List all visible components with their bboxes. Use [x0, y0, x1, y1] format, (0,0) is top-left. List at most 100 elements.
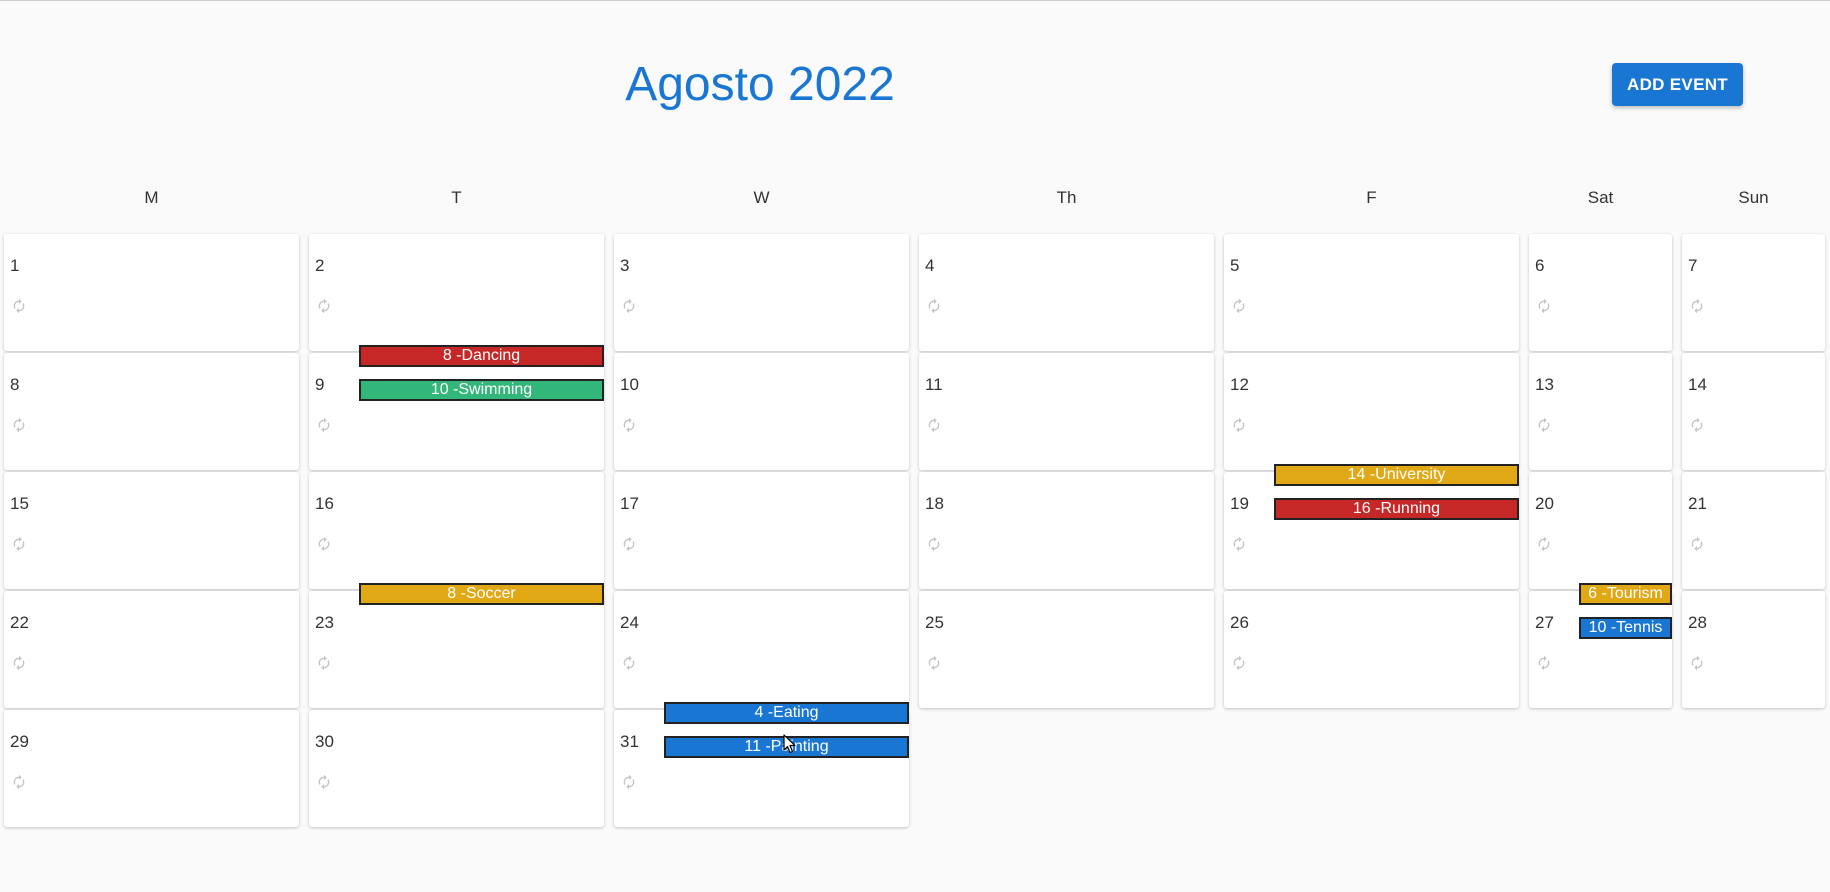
repeat-icon[interactable]	[926, 298, 942, 314]
weekday-label: F	[1366, 188, 1377, 207]
day-cell[interactable]: 20	[1529, 472, 1672, 589]
repeat-icon[interactable]	[11, 417, 27, 433]
page-title: Agosto 2022	[625, 58, 895, 111]
repeat-icon[interactable]	[1231, 298, 1247, 314]
day-cell[interactable]: 9	[309, 353, 604, 470]
repeat-icon[interactable]	[11, 298, 27, 314]
add-event-button[interactable]: ADD EVENT	[1612, 63, 1743, 106]
repeat-icon[interactable]	[316, 536, 332, 552]
day-cell[interactable]: 27	[1529, 591, 1672, 708]
event-chip[interactable]: 10 -Swimming	[359, 379, 604, 401]
repeat-icon[interactable]	[621, 417, 637, 433]
day-cell[interactable]: 25	[919, 591, 1214, 708]
repeat-icon[interactable]	[1231, 417, 1247, 433]
weekday-label: W	[753, 188, 770, 207]
repeat-icon[interactable]	[316, 774, 332, 790]
repeat-icon[interactable]	[1536, 417, 1552, 433]
day-cell[interactable]: 11	[919, 353, 1214, 470]
repeat-icon[interactable]	[316, 655, 332, 671]
day-number: 20	[1535, 494, 1554, 513]
repeat-icon[interactable]	[1536, 536, 1552, 552]
day-number: 7	[1688, 256, 1698, 275]
day-cell[interactable]: 4	[919, 234, 1214, 351]
day-cell[interactable]: 17	[614, 472, 909, 589]
day-number: 29	[10, 732, 29, 751]
day-cell[interactable]: 1	[4, 234, 299, 351]
day-cell[interactable]: 8	[4, 353, 299, 470]
repeat-icon[interactable]	[11, 536, 27, 552]
repeat-icon[interactable]	[926, 536, 942, 552]
day-number: 2	[315, 256, 325, 275]
day-number: 30	[315, 732, 334, 751]
day-cell[interactable]: 22	[4, 591, 299, 708]
day-number: 16	[315, 494, 334, 513]
event-chip[interactable]: 10 -Tennis	[1579, 617, 1672, 639]
event-chip[interactable]: 8 -Soccer	[359, 583, 604, 605]
day-cell[interactable]: 2	[309, 234, 604, 351]
day-cell[interactable]: 10	[614, 353, 909, 470]
day-cell[interactable]: 29	[4, 710, 299, 827]
repeat-icon[interactable]	[316, 298, 332, 314]
day-number: 5	[1230, 256, 1240, 275]
day-number: 17	[620, 494, 639, 513]
day-number: 26	[1230, 613, 1249, 632]
event-chip[interactable]: 8 -Dancing	[359, 345, 604, 367]
event-chip[interactable]: 14 -University	[1274, 464, 1519, 486]
day-number: 1	[10, 256, 20, 275]
event-chip[interactable]: 6 -Tourism	[1579, 583, 1672, 605]
repeat-icon[interactable]	[926, 655, 942, 671]
repeat-icon[interactable]	[1689, 655, 1705, 671]
event-chip[interactable]: 4 -Eating	[664, 702, 909, 724]
repeat-icon[interactable]	[316, 417, 332, 433]
day-number: 15	[10, 494, 29, 513]
repeat-icon[interactable]	[1231, 655, 1247, 671]
day-number: 23	[315, 613, 334, 632]
repeat-icon[interactable]	[621, 655, 637, 671]
repeat-icon[interactable]	[621, 536, 637, 552]
day-number: 21	[1688, 494, 1707, 513]
day-cell[interactable]: 23	[309, 591, 604, 708]
day-cell[interactable]: 30	[309, 710, 604, 827]
day-number: 11	[925, 375, 943, 394]
day-cell[interactable]: 12	[1224, 353, 1519, 470]
day-cell[interactable]: 18	[919, 472, 1214, 589]
day-number: 4	[925, 256, 935, 275]
day-cell[interactable]: 21	[1682, 472, 1825, 589]
day-cell[interactable]: 14	[1682, 353, 1825, 470]
repeat-icon[interactable]	[1689, 536, 1705, 552]
day-number: 6	[1535, 256, 1545, 275]
day-cell[interactable]: 28	[1682, 591, 1825, 708]
day-cell[interactable]: 24	[614, 591, 909, 708]
weekday-label: T	[451, 188, 462, 207]
day-number: 24	[620, 613, 639, 632]
day-cell[interactable]: 16	[309, 472, 604, 589]
repeat-icon[interactable]	[1536, 655, 1552, 671]
day-number: 12	[1230, 375, 1249, 394]
day-cell[interactable]: 31	[614, 710, 909, 827]
repeat-icon[interactable]	[1536, 298, 1552, 314]
day-cell[interactable]: 3	[614, 234, 909, 351]
repeat-icon[interactable]	[621, 298, 637, 314]
repeat-icon[interactable]	[1231, 536, 1247, 552]
day-cell[interactable]: 5	[1224, 234, 1519, 351]
day-cell[interactable]: 13	[1529, 353, 1672, 470]
repeat-icon[interactable]	[1689, 417, 1705, 433]
repeat-icon[interactable]	[11, 655, 27, 671]
day-cell[interactable]: 15	[4, 472, 299, 589]
day-number: 25	[925, 613, 944, 632]
day-cell[interactable]: 6	[1529, 234, 1672, 351]
day-number: 3	[620, 256, 630, 275]
day-cell[interactable]: 26	[1224, 591, 1519, 708]
repeat-icon[interactable]	[11, 774, 27, 790]
repeat-icon[interactable]	[1689, 298, 1705, 314]
day-number: 9	[315, 375, 325, 394]
day-cell[interactable]: 7	[1682, 234, 1825, 351]
event-chip[interactable]: 16 -Running	[1274, 498, 1519, 520]
day-cell[interactable]: 19	[1224, 472, 1519, 589]
day-number: 10	[620, 375, 639, 394]
day-number: 19	[1230, 494, 1249, 513]
day-number: 27	[1535, 613, 1554, 632]
day-number: 13	[1535, 375, 1554, 394]
repeat-icon[interactable]	[926, 417, 942, 433]
repeat-icon[interactable]	[621, 774, 637, 790]
